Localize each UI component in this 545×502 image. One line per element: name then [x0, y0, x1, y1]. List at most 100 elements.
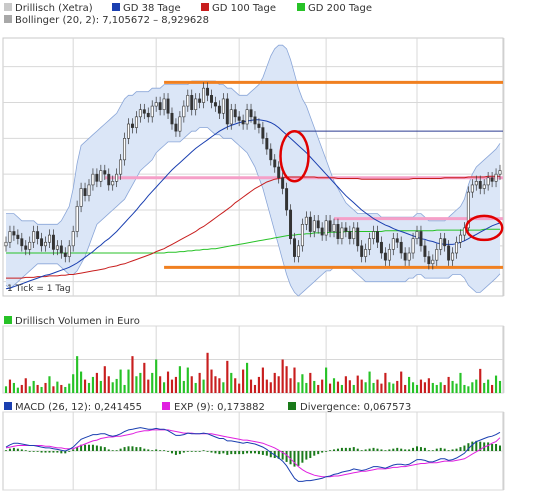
divergence-bar	[242, 451, 245, 455]
volume-bar	[155, 359, 158, 393]
volume-bar	[309, 372, 312, 393]
divergence-bar	[265, 451, 268, 456]
divergence-bar	[333, 449, 336, 451]
divergence-bar	[72, 449, 75, 451]
candle-body	[75, 206, 79, 232]
volume-bar	[249, 379, 253, 393]
candle-body	[340, 227, 344, 239]
divergence-bar	[95, 445, 98, 451]
volume-bar	[218, 378, 221, 393]
divergence-bar	[163, 450, 166, 452]
divergence-bar	[257, 451, 260, 455]
volume-bar	[99, 380, 102, 393]
candle-body	[233, 109, 237, 118]
candle-body	[4, 241, 8, 247]
volume-bar	[427, 378, 430, 393]
divergence-bar	[404, 449, 407, 451]
volume-bar	[463, 384, 466, 393]
volume-legend: Drillisch Volumen in Euro	[4, 316, 140, 327]
volume-bar	[76, 356, 79, 393]
divergence-bar	[123, 447, 126, 451]
candle-body	[277, 166, 281, 179]
volume-bar	[56, 381, 59, 393]
candle-body	[364, 249, 368, 257]
divergence-bar	[368, 448, 371, 451]
candle-body	[245, 109, 249, 125]
candle-body	[103, 170, 107, 175]
volume-bar	[48, 376, 51, 393]
volume-bar	[321, 379, 324, 393]
volume-bar	[238, 383, 241, 393]
candle-body	[328, 220, 332, 232]
divergence-bar	[190, 451, 193, 452]
candle-body	[368, 238, 372, 250]
divergence-bar	[139, 447, 142, 451]
divergence-bar	[412, 447, 415, 451]
divergence-bar	[309, 451, 312, 459]
volume-bar	[494, 375, 498, 393]
legend-swatch-bollinger	[4, 15, 12, 23]
candle-body	[376, 231, 379, 243]
volume-bar	[242, 369, 245, 393]
candle-body	[134, 116, 138, 128]
divergence-bar	[143, 448, 146, 451]
candle-body	[40, 238, 44, 247]
candle-body	[127, 123, 130, 139]
divergence-bar	[32, 451, 35, 452]
stock-chart: Drillisch (Xetra) GD 38 Tage GD 100 Tage…	[2, 3, 505, 491]
candle-body	[32, 231, 36, 243]
divergence-bar	[380, 449, 383, 451]
divergence-bar	[423, 447, 426, 451]
volume-bar	[186, 367, 189, 393]
divergence-bar	[376, 448, 379, 451]
candle-body	[451, 252, 455, 261]
candle-body	[178, 116, 182, 132]
volume-bar	[368, 371, 371, 393]
volume-bar	[4, 386, 8, 393]
volume-bar	[131, 356, 134, 393]
volume-bar	[423, 382, 426, 393]
candle-body	[63, 252, 67, 257]
candle-body	[427, 256, 431, 265]
candle-body	[269, 148, 273, 161]
volume-bar	[190, 376, 193, 393]
candle-body	[186, 95, 190, 107]
volume-bar	[12, 382, 15, 393]
candle-body	[150, 105, 154, 118]
volume-bar	[60, 384, 63, 393]
volume-bar	[356, 375, 359, 393]
divergence-bar	[305, 451, 308, 460]
volume-bar	[111, 382, 114, 393]
volume-bar	[222, 382, 225, 393]
candle-body	[265, 138, 269, 150]
candle-body	[435, 249, 439, 261]
volume-bar	[265, 379, 268, 393]
divergence-bar	[435, 448, 438, 451]
divergence-bar	[12, 447, 15, 451]
divergence-bar	[119, 448, 122, 451]
candle-body	[482, 184, 486, 189]
candle-body	[83, 188, 87, 196]
candle-body	[459, 234, 462, 243]
volume-bar	[443, 384, 446, 393]
divergence-bar	[155, 449, 158, 451]
volume-bar	[408, 376, 411, 393]
divergence-bar	[151, 450, 154, 452]
candle-body	[44, 241, 47, 247]
candle-body	[158, 102, 162, 110]
divergence-bar	[20, 449, 23, 451]
divergence-bar	[447, 450, 450, 452]
candle-body	[360, 245, 364, 257]
volume-bar	[174, 376, 178, 393]
volume-bar	[475, 379, 478, 393]
candle-body	[225, 98, 229, 125]
divergence-bar	[107, 449, 110, 451]
divergence-bar	[167, 451, 170, 452]
candle-body	[478, 181, 482, 189]
volume-bar	[163, 382, 166, 393]
candle-body	[498, 170, 502, 175]
volume-bar	[107, 376, 110, 393]
candle-body	[312, 220, 316, 232]
candle-body	[348, 231, 352, 239]
candle-body	[336, 224, 340, 239]
